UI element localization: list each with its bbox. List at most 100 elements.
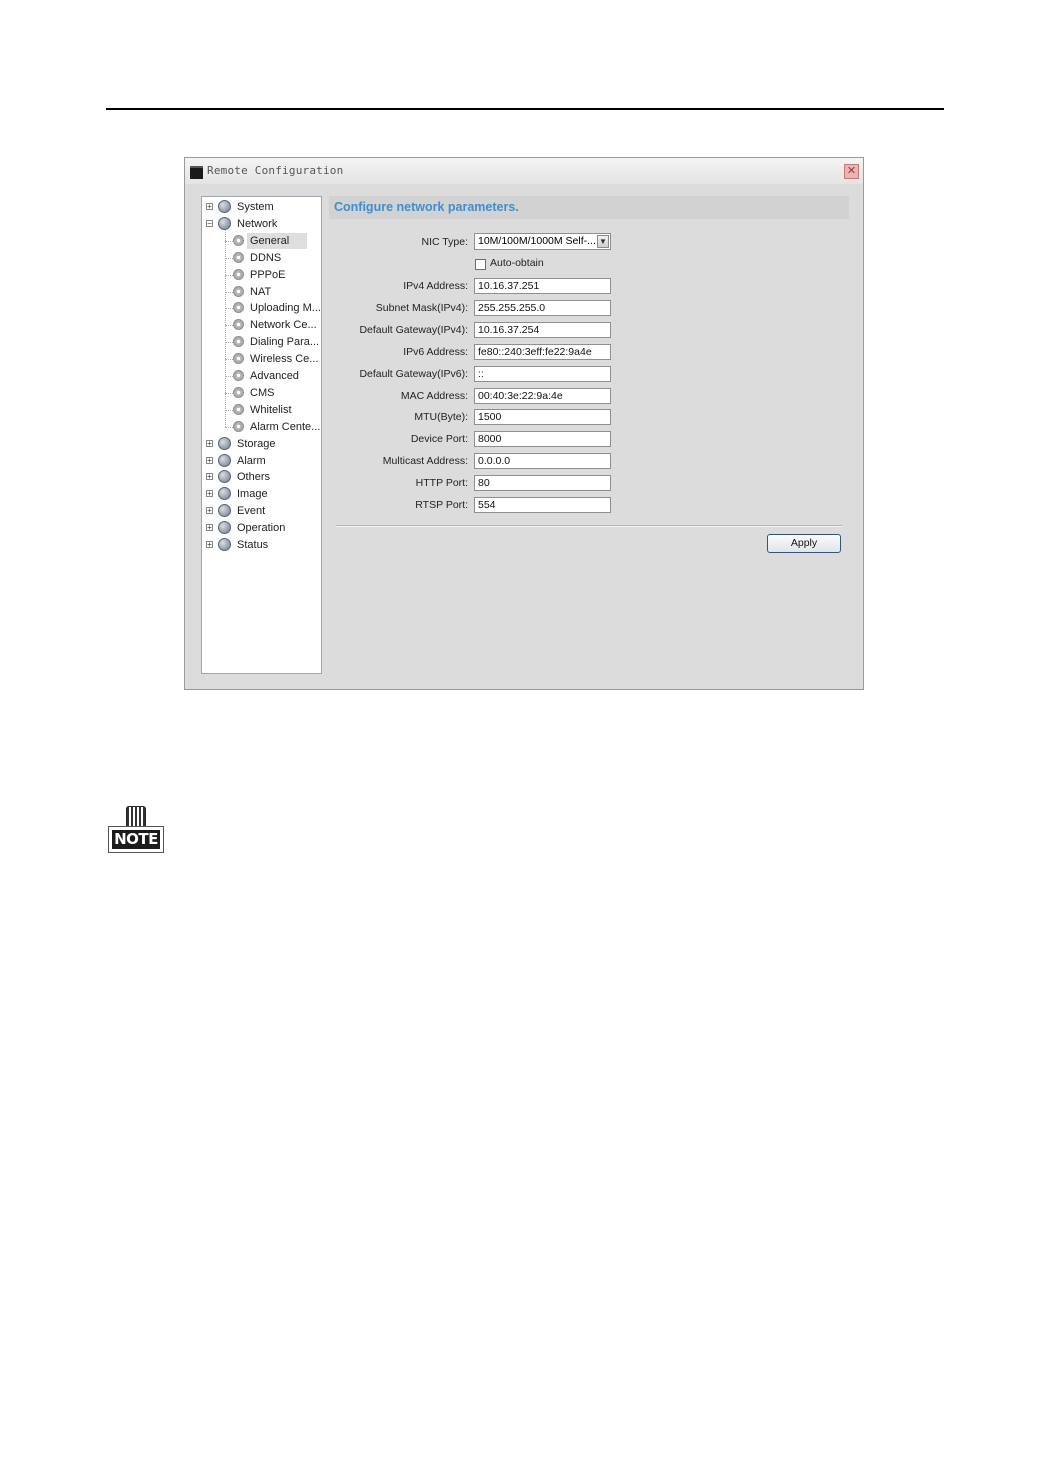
default-gateway-ipv4-field[interactable]: 10.16.37.254 [474,321,611,338]
subnet-mask-ipv4-label: Subnet Mask(IPv4): [375,301,468,314]
tree-item-advanced[interactable]: Advanced [202,368,321,384]
tree-item-label: Status [237,539,269,551]
tree-item-cms[interactable]: CMS [202,385,321,401]
tree-item-image[interactable]: + Image [202,486,321,502]
subnet-mask-ipv4-field[interactable]: 255.255.255.0 [474,299,611,316]
nic-type-label: NIC Type: [421,236,469,248]
tree-item-label: Wireless Ce... [250,353,319,366]
expand-icon[interactable]: + [206,473,213,481]
mtu-byte-field[interactable]: 1500 [474,409,611,426]
expand-icon[interactable]: + [206,524,213,532]
tree-item-label: Alarm Cente... [250,420,321,433]
auto-obtain-label: Auto-obtain [490,257,544,269]
tree-branch-line [225,392,233,394]
tree-branch-line [225,325,233,327]
tree-item-label: Storage [237,437,276,450]
tree-item-operation[interactable]: + Operation [202,520,321,536]
form-divider [336,525,842,527]
tree-item-label: CMS [250,386,275,399]
tree-branch-line [225,308,233,310]
expand-icon[interactable]: + [206,456,213,464]
gear-icon [233,386,244,398]
tree-branch-line [225,359,233,361]
tree-item-uploading-m[interactable]: Uploading M... [202,300,321,316]
tree-item-ddns[interactable]: DDNS [202,250,321,266]
title-bar[interactable]: Remote Configuration ✕ [185,158,863,184]
nic-type-value: 10M/100M/1000M Self-... [478,235,596,247]
tree-item-status[interactable]: + Status [202,537,321,553]
apply-button[interactable]: Apply [767,534,841,553]
globe-icon [218,200,231,213]
nic-type-select[interactable]: 10M/100M/1000M Self-... ▼ [474,233,611,250]
globe-icon [218,504,231,518]
tree-item-label: Network Ce... [250,319,317,332]
globe-icon [218,487,231,501]
ipv4-address-label: IPv4 Address: [403,280,468,292]
gear-icon [233,319,244,331]
chevron-down-icon[interactable]: ▼ [597,235,609,248]
tree-item-event[interactable]: + Event [202,503,321,519]
window-app-icon [190,166,203,179]
tree-branch-line [225,274,233,276]
mtu-byte-label: MTU(Byte): [414,411,468,424]
tree-branch-line [225,240,233,242]
ipv6-address-field[interactable]: fe80::240:3eff:fe22:9a4e [474,343,611,360]
device-port-label: Device Port: [410,433,468,446]
ipv4-address-field[interactable]: 10.16.37.251 [474,278,611,294]
tree-item-storage[interactable]: + Storage [202,436,321,452]
gear-icon [233,336,244,348]
gear-icon [233,268,244,280]
device-port-field[interactable]: 8000 [474,431,611,448]
auto-obtain-checkbox[interactable] [475,259,486,270]
tree-item-label: Others [237,471,271,484]
section-header: Configure network parameters. [329,196,849,219]
rtsp-port-field[interactable]: 554 [474,497,611,513]
tree-branch-line [225,426,233,428]
expand-icon[interactable]: + [206,490,213,498]
multicast-address-field[interactable]: 0.0.0.0 [474,453,611,470]
tree-item-network[interactable]: − Network [202,216,321,232]
tree-item-wireless-ce[interactable]: Wireless Ce... [202,351,321,367]
tree-item-label: DDNS [250,251,282,264]
tree-item-label: PPPoE [250,268,286,281]
remote-configuration-window: Remote Configuration ✕ + System − Network Ge… [184,157,864,690]
gear-icon [233,370,244,381]
tree-item-nat[interactable]: NAT [202,284,321,300]
tree-item-system[interactable]: + System [202,199,321,215]
tree-item-network-ce[interactable]: Network Ce... [202,317,321,333]
page-header-rule [106,108,944,110]
expand-icon[interactable]: + [206,203,213,211]
hand-icon [126,806,146,828]
tree-item-label: NAT [250,285,272,298]
tree-item-others[interactable]: + Others [202,469,321,485]
tree-item-whitelist[interactable]: Whitelist [202,402,321,418]
ipv6-address-label: IPv6 Address: [403,345,468,358]
globe-icon [218,521,231,535]
tree-item-label: Image [237,488,268,501]
tree-branch-line [225,257,233,259]
default-gateway-ipv6-label: Default Gateway(IPv6): [359,367,468,380]
tree-branch-line [225,409,233,411]
close-button[interactable]: ✕ [844,164,859,179]
expand-icon[interactable]: + [206,507,213,515]
default-gateway-ipv6-field[interactable]: :: [474,365,611,382]
tree-item-alarm[interactable]: + Alarm [202,453,321,469]
gear-icon [233,403,244,415]
expand-icon[interactable]: + [206,541,213,549]
tree-item-label: Whitelist [250,403,292,416]
http-port-field[interactable]: 80 [474,475,611,492]
globe-icon [218,436,231,450]
note-label: NOTE [112,830,160,849]
gear-icon [233,353,244,365]
mac-address-field[interactable]: 00:40:3e:22:9a:4e [474,387,611,404]
tree-item-alarm-cente[interactable]: Alarm Cente... [202,419,321,435]
tree-item-general[interactable]: General [202,232,321,249]
tree-item-pppoe[interactable]: PPPoE [202,267,321,283]
tree-item-label: System [237,201,274,213]
collapse-icon[interactable]: − [206,219,213,227]
expand-icon[interactable]: + [206,439,213,447]
mac-address-label: MAC Address: [400,389,468,402]
tree-item-dialing-para[interactable]: Dialing Para... [202,334,321,350]
tree-item-label: General [247,232,308,249]
gear-icon [233,251,244,263]
